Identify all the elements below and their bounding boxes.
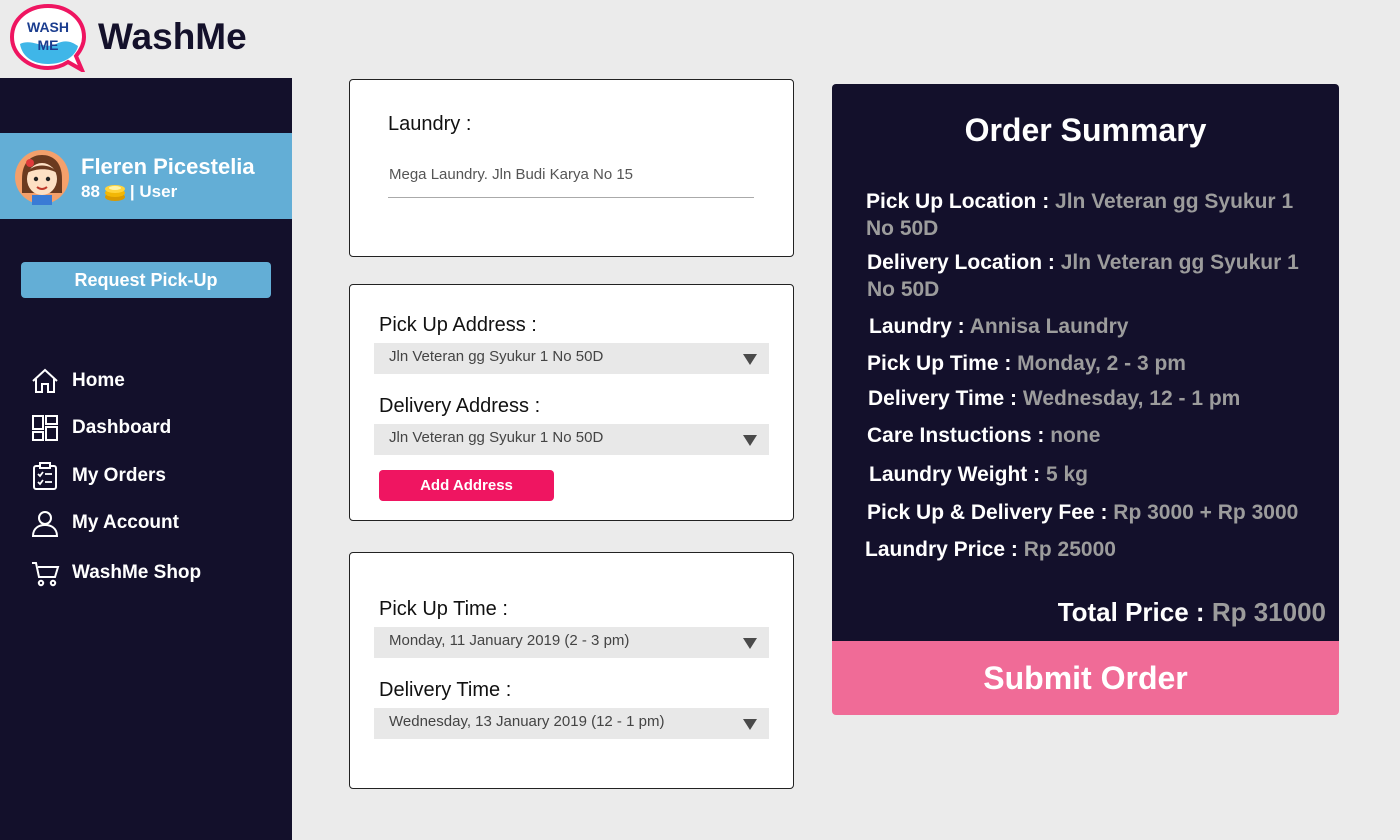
pickup-time-label: Pick Up Time : (379, 598, 508, 620)
address-card: Pick Up Address : Jln Veteran gg Syukur … (349, 284, 794, 521)
pickup-time-value: Monday, 11 January 2019 (2 - 3 pm) (389, 632, 630, 649)
delivery-time-label: Delivery Time : (379, 679, 512, 701)
summary-row-label: Pick Up Location : (866, 190, 1050, 213)
washme-logo[interactable]: WASH ME (9, 3, 87, 75)
summary-row-laundry-weight: Laundry Weight : 5 kg (869, 461, 1088, 488)
user-role: | User (129, 182, 178, 201)
summary-row-label: Laundry Weight : (869, 463, 1041, 486)
sidebar-item-home[interactable]: Home (30, 366, 125, 396)
delivery-time-select[interactable]: Wednesday, 13 January 2019 (12 - 1 pm) (374, 708, 769, 739)
sidebar-item-label: WashMe Shop (72, 562, 202, 583)
delivery-address-label: Delivery Address : (379, 395, 541, 417)
summary-row-label: Pick Up & Delivery Fee : (867, 501, 1108, 524)
summary-row-laundry-price: Laundry Price : Rp 25000 (865, 536, 1116, 563)
summary-row-value: Monday, 2 - 3 pm (1017, 352, 1186, 375)
sidebar-item-label: My Account (72, 512, 179, 533)
sidebar-item-dashboard[interactable]: Dashboard (30, 413, 171, 443)
svg-text:ME: ME (38, 37, 59, 53)
user-icon (31, 511, 59, 537)
brand-title: WashMe (98, 16, 247, 57)
summary-row-value: Rp 25000 (1023, 538, 1116, 561)
summary-row-value: Wednesday, 12 - 1 pm (1022, 387, 1241, 410)
sidebar-item-label: Dashboard (72, 417, 172, 438)
sidebar: Fleren Picestelia 88 | User Request Pick… (0, 78, 292, 840)
chevron-down-icon (743, 354, 757, 365)
clipboard-icon (33, 462, 57, 490)
sidebar-item-my-orders[interactable]: My Orders (30, 461, 166, 491)
summary-row-label: Delivery Location : (867, 251, 1055, 274)
avatar (14, 149, 70, 205)
user-name: Fleren Picestelia (81, 154, 255, 179)
total-price-value: Rp 31000 (1211, 597, 1326, 627)
add-address-button[interactable]: Add Address (379, 470, 554, 501)
summary-row-value: Annisa Laundry (969, 315, 1129, 338)
summary-row-value: Rp 3000 + Rp 3000 (1113, 501, 1299, 524)
chevron-down-icon (743, 719, 757, 730)
chevron-down-icon (743, 638, 757, 649)
summary-row-fee: Pick Up & Delivery Fee : Rp 3000 + Rp 30… (867, 499, 1298, 526)
request-pickup-button[interactable]: Request Pick-Up (21, 262, 271, 298)
sidebar-item-label: Home (72, 370, 125, 391)
svg-text:WASH: WASH (27, 19, 69, 35)
user-profile[interactable]: Fleren Picestelia 88 | User (0, 133, 292, 219)
delivery-address-select[interactable]: Jln Veteran gg Syukur 1 No 50D (374, 424, 769, 455)
delivery-address-value: Jln Veteran gg Syukur 1 No 50D (389, 429, 604, 446)
sidebar-item-washme-shop[interactable]: WashMe Shop (30, 558, 201, 588)
pickup-address-select[interactable]: Jln Veteran gg Syukur 1 No 50D (374, 343, 769, 374)
home-icon (32, 368, 58, 393)
sidebar-item-label: My Orders (72, 465, 166, 486)
summary-row-delivery-time: Delivery Time : Wednesday, 12 - 1 pm (868, 385, 1240, 412)
summary-row-value: 5 kg (1045, 463, 1088, 486)
summary-row-label: Pick Up Time : (867, 352, 1012, 375)
total-price-label: Total Price : (1057, 597, 1205, 627)
pickup-address-value: Jln Veteran gg Syukur 1 No 50D (389, 348, 604, 365)
sidebar-item-my-account[interactable]: My Account (30, 508, 179, 538)
laundry-input[interactable]: Mega Laundry. Jln Budi Karya No 15 (389, 166, 633, 183)
time-card: Pick Up Time : Monday, 11 January 2019 (… (349, 552, 794, 789)
summary-row-pickup-time: Pick Up Time : Monday, 2 - 3 pm (867, 350, 1186, 377)
user-meta: 88 | User (81, 182, 177, 202)
summary-row-label: Care Instuctions : (867, 424, 1045, 447)
dashboard-icon (32, 415, 58, 441)
summary-row-label: Delivery Time : (868, 387, 1018, 410)
summary-row-delivery-location: Delivery Location : Jln Veteran gg Syuku… (867, 249, 1327, 303)
coin-count: 88 (81, 182, 100, 201)
summary-row-value: none (1050, 424, 1101, 447)
pickup-time-select[interactable]: Monday, 11 January 2019 (2 - 3 pm) (374, 627, 769, 658)
summary-row-care-instructions: Care Instuctions : none (867, 422, 1100, 449)
delivery-time-value: Wednesday, 13 January 2019 (12 - 1 pm) (389, 713, 665, 730)
summary-row-label: Laundry : (869, 315, 965, 338)
coin-icon (104, 182, 126, 202)
total-price: Total Price : Rp 31000 (1058, 597, 1326, 628)
pickup-address-label: Pick Up Address : (379, 314, 537, 336)
input-underline (388, 197, 754, 198)
chevron-down-icon (743, 435, 757, 446)
summary-row-pickup-location: Pick Up Location : Jln Veteran gg Syukur… (866, 188, 1326, 242)
summary-row-laundry: Laundry : Annisa Laundry (869, 313, 1128, 340)
summary-row-label: Laundry Price : (865, 538, 1018, 561)
laundry-card: Laundry : Mega Laundry. Jln Budi Karya N… (349, 79, 794, 257)
laundry-label: Laundry : (388, 113, 472, 135)
submit-order-button[interactable]: Submit Order (832, 641, 1339, 715)
cart-icon (32, 562, 60, 587)
order-summary-panel: Order Summary Pick Up Location : Jln Vet… (832, 84, 1339, 644)
summary-title: Order Summary (964, 112, 1207, 148)
